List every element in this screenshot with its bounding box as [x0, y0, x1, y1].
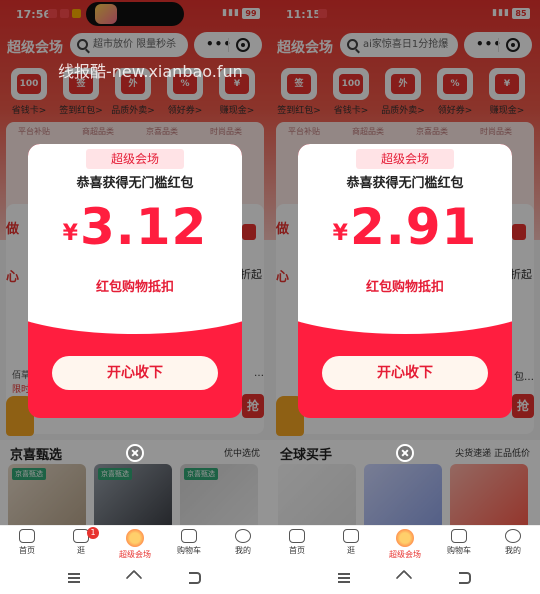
currency-symbol: ¥ — [332, 221, 348, 246]
tab-cart[interactable]: 购物车 — [432, 529, 486, 556]
amount-value: 2.91 — [349, 198, 478, 256]
home-nav-icon[interactable] — [125, 569, 143, 587]
screen-left: 17:56 ▮▮▮ 99 超级会场 超市放价 限量秒杀 ••• 100 省钱卡> … — [0, 0, 270, 594]
tab-super-venue[interactable]: 超级会场 — [108, 529, 162, 560]
cart-icon — [181, 529, 197, 543]
accept-button[interactable]: 开心收下 — [322, 356, 488, 390]
dialog-badge: 超级会场 — [86, 149, 184, 169]
amount-value: 3.12 — [79, 198, 208, 256]
system-nav-bar — [0, 563, 270, 594]
dialog-subtitle: 红包购物抵扣 — [365, 280, 444, 295]
screen-right: 11:15 ▮▮▮ 85 超级会场 ai家惊喜日1分抢爆 ••• 签签到红包> … — [270, 0, 540, 594]
cart-icon — [451, 529, 467, 543]
dialog-headline: 恭喜获得无门槛红包 — [76, 176, 194, 191]
menu-icon[interactable] — [338, 573, 350, 583]
system-nav-bar — [270, 563, 540, 594]
tab-badge: 1 — [87, 527, 99, 539]
red-packet-dialog: 超级会场 恭喜获得无门槛红包 ¥2.91 红包购物抵扣 开心收下 — [298, 144, 512, 418]
accept-button[interactable]: 开心收下 — [52, 356, 218, 390]
super-venue-icon — [126, 529, 144, 547]
video-icon — [343, 529, 359, 543]
profile-icon — [505, 529, 521, 543]
tab-super-venue[interactable]: 超级会场 — [378, 529, 432, 560]
tab-cart[interactable]: 购物车 — [162, 529, 216, 556]
back-icon[interactable] — [459, 572, 471, 584]
red-packet-dialog: 超级会场 恭喜获得无门槛红包 ¥3.12 红包购物抵扣 开心收下 — [28, 144, 242, 418]
red-packet-amount: ¥2.91 — [298, 198, 512, 256]
back-icon[interactable] — [189, 572, 201, 584]
bottom-tabbar: 首页 逛 1 超级会场 购物车 我的 — [0, 525, 270, 563]
tab-home[interactable]: 首页 — [270, 529, 324, 556]
tab-browse[interactable]: 逛 — [54, 529, 108, 556]
super-venue-icon — [396, 529, 414, 547]
watermark: 线报酷-new.xianbao.fun — [58, 62, 243, 81]
dialog-subtitle: 红包购物抵扣 — [95, 280, 174, 295]
tab-profile[interactable]: 我的 — [216, 529, 270, 556]
close-icon[interactable] — [396, 444, 414, 462]
dialog-badge: 超级会场 — [356, 149, 454, 169]
tab-profile[interactable]: 我的 — [486, 529, 540, 556]
home-icon — [289, 529, 305, 543]
tab-browse[interactable]: 逛 — [324, 529, 378, 556]
home-nav-icon[interactable] — [395, 569, 413, 587]
profile-icon — [235, 529, 251, 543]
home-icon — [19, 529, 35, 543]
menu-icon[interactable] — [68, 573, 80, 583]
tab-home[interactable]: 首页 — [0, 529, 54, 556]
close-icon[interactable] — [126, 444, 144, 462]
red-packet-amount: ¥3.12 — [28, 198, 242, 256]
currency-symbol: ¥ — [62, 221, 78, 246]
dialog-headline: 恭喜获得无门槛红包 — [346, 176, 464, 191]
bottom-tabbar: 首页 逛 超级会场 购物车 我的 — [270, 525, 540, 563]
